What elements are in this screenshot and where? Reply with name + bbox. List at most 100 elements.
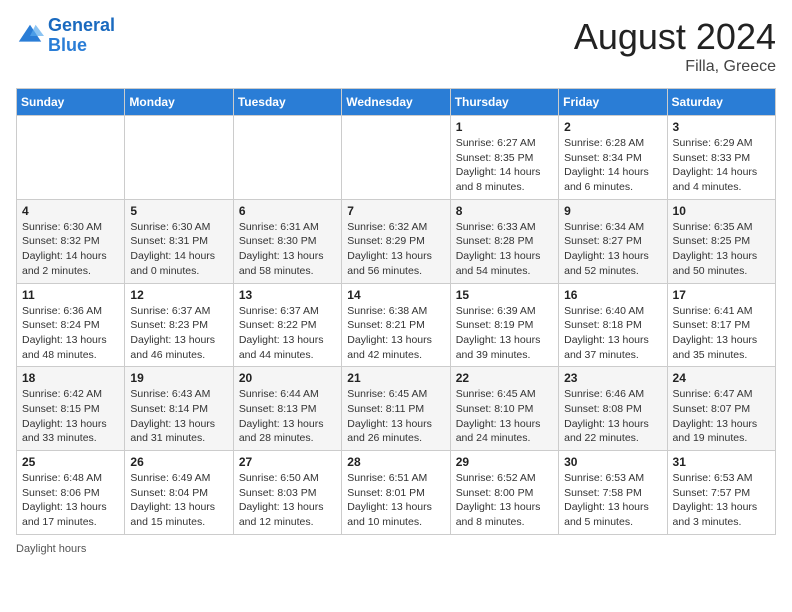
day-number: 17 xyxy=(673,288,770,302)
day-info: Sunrise: 6:51 AM Sunset: 8:01 PM Dayligh… xyxy=(347,471,444,530)
day-info: Sunrise: 6:50 AM Sunset: 8:03 PM Dayligh… xyxy=(239,471,336,530)
day-number: 13 xyxy=(239,288,336,302)
day-info: Sunrise: 6:43 AM Sunset: 8:14 PM Dayligh… xyxy=(130,387,227,446)
day-number: 16 xyxy=(564,288,661,302)
calendar-cell: 19 Sunrise: 6:43 AM Sunset: 8:14 PM Dayli… xyxy=(125,367,233,451)
day-number: 25 xyxy=(22,455,119,469)
calendar-cell: 2 Sunrise: 6:28 AM Sunset: 8:34 PM Daylig… xyxy=(559,116,667,200)
day-number: 19 xyxy=(130,371,227,385)
day-number: 23 xyxy=(564,371,661,385)
calendar-cell: 1 Sunrise: 6:27 AM Sunset: 8:35 PM Daylig… xyxy=(450,116,558,200)
day-number: 31 xyxy=(673,455,770,469)
logo-line1: General xyxy=(48,15,115,35)
calendar-cell: 10Sunrise: 6:35 AM Sunset: 8:25 PM Dayli… xyxy=(667,199,775,283)
calendar-cell: 17 Sunrise: 6:41 AM Sunset: 8:17 PM Dayli… xyxy=(667,283,775,367)
calendar-cell: 3 Sunrise: 6:29 AM Sunset: 8:33 PM Daylig… xyxy=(667,116,775,200)
calendar-day-header: Friday xyxy=(559,89,667,116)
calendar-cell: 14 Sunrise: 6:38 AM Sunset: 8:21 PM Dayli… xyxy=(342,283,450,367)
day-info: Sunrise: 6:34 AM Sunset: 8:27 PM Dayligh… xyxy=(564,220,661,279)
calendar-cell: 21Sunrise: 6:45 AM Sunset: 8:11 PM Dayli… xyxy=(342,367,450,451)
calendar-week-row: 4Sunrise: 6:30 AM Sunset: 8:32 PM Daylig… xyxy=(17,199,776,283)
calendar-cell: 24 Sunrise: 6:47 AM Sunset: 8:07 PM Dayli… xyxy=(667,367,775,451)
calendar-cell xyxy=(233,116,341,200)
calendar-day-header: Saturday xyxy=(667,89,775,116)
day-number: 2 xyxy=(564,120,661,134)
calendar-header-row: SundayMondayTuesdayWednesdayThursdayFrid… xyxy=(17,89,776,116)
footer: Daylight hours xyxy=(16,543,776,555)
calendar-cell: 15 Sunrise: 6:39 AM Sunset: 8:19 PM Dayli… xyxy=(450,283,558,367)
logo: General Blue xyxy=(16,16,115,56)
day-number: 11 xyxy=(22,288,119,302)
day-number: 15 xyxy=(456,288,553,302)
day-info: Sunrise: 6:33 AM Sunset: 8:28 PM Dayligh… xyxy=(456,220,553,279)
calendar-cell: 30 Sunrise: 6:53 AM Sunset: 7:58 PM Dayli… xyxy=(559,451,667,535)
calendar-cell: 9 Sunrise: 6:34 AM Sunset: 8:27 PM Daylig… xyxy=(559,199,667,283)
day-info: Sunrise: 6:42 AM Sunset: 8:15 PM Dayligh… xyxy=(22,387,119,446)
calendar-week-row: 25 Sunrise: 6:48 AM Sunset: 8:06 PM Dayli… xyxy=(17,451,776,535)
day-number: 26 xyxy=(130,455,227,469)
calendar-cell: 20Sunrise: 6:44 AM Sunset: 8:13 PM Dayli… xyxy=(233,367,341,451)
day-info: Sunrise: 6:29 AM Sunset: 8:33 PM Dayligh… xyxy=(673,136,770,195)
calendar-week-row: 1 Sunrise: 6:27 AM Sunset: 8:35 PM Daylig… xyxy=(17,116,776,200)
day-info: Sunrise: 6:37 AM Sunset: 8:23 PM Dayligh… xyxy=(130,304,227,363)
day-info: Sunrise: 6:41 AM Sunset: 8:17 PM Dayligh… xyxy=(673,304,770,363)
day-info: Sunrise: 6:28 AM Sunset: 8:34 PM Dayligh… xyxy=(564,136,661,195)
title-block: August 2024 Filla, Greece xyxy=(574,16,776,76)
day-number: 9 xyxy=(564,204,661,218)
daylight-label: Daylight hours xyxy=(16,543,86,555)
day-number: 7 xyxy=(347,204,444,218)
calendar-cell: 22 Sunrise: 6:45 AM Sunset: 8:10 PM Dayli… xyxy=(450,367,558,451)
calendar-cell: 8 Sunrise: 6:33 AM Sunset: 8:28 PM Daylig… xyxy=(450,199,558,283)
calendar-cell: 29Sunrise: 6:52 AM Sunset: 8:00 PM Dayli… xyxy=(450,451,558,535)
day-number: 28 xyxy=(347,455,444,469)
calendar-cell: 27 Sunrise: 6:50 AM Sunset: 8:03 PM Dayli… xyxy=(233,451,341,535)
day-number: 12 xyxy=(130,288,227,302)
day-number: 29 xyxy=(456,455,553,469)
day-number: 5 xyxy=(130,204,227,218)
day-info: Sunrise: 6:31 AM Sunset: 8:30 PM Dayligh… xyxy=(239,220,336,279)
calendar-cell: 16 Sunrise: 6:40 AM Sunset: 8:18 PM Dayli… xyxy=(559,283,667,367)
day-info: Sunrise: 6:48 AM Sunset: 8:06 PM Dayligh… xyxy=(22,471,119,530)
logo-line2: Blue xyxy=(48,35,87,55)
calendar-cell: 23 Sunrise: 6:46 AM Sunset: 8:08 PM Dayli… xyxy=(559,367,667,451)
calendar-cell: 18Sunrise: 6:42 AM Sunset: 8:15 PM Dayli… xyxy=(17,367,125,451)
day-info: Sunrise: 6:27 AM Sunset: 8:35 PM Dayligh… xyxy=(456,136,553,195)
day-number: 30 xyxy=(564,455,661,469)
day-number: 1 xyxy=(456,120,553,134)
calendar-cell: 26 Sunrise: 6:49 AM Sunset: 8:04 PM Dayli… xyxy=(125,451,233,535)
location: Filla, Greece xyxy=(574,58,776,76)
calendar-day-header: Monday xyxy=(125,89,233,116)
calendar-cell: 11Sunrise: 6:36 AM Sunset: 8:24 PM Dayli… xyxy=(17,283,125,367)
calendar-cell: 5 Sunrise: 6:30 AM Sunset: 8:31 PM Daylig… xyxy=(125,199,233,283)
day-info: Sunrise: 6:53 AM Sunset: 7:58 PM Dayligh… xyxy=(564,471,661,530)
day-number: 24 xyxy=(673,371,770,385)
logo-icon xyxy=(16,22,44,50)
calendar-table: SundayMondayTuesdayWednesdayThursdayFrid… xyxy=(16,88,776,535)
day-info: Sunrise: 6:47 AM Sunset: 8:07 PM Dayligh… xyxy=(673,387,770,446)
day-number: 3 xyxy=(673,120,770,134)
day-info: Sunrise: 6:53 AM Sunset: 7:57 PM Dayligh… xyxy=(673,471,770,530)
calendar-cell: 31 Sunrise: 6:53 AM Sunset: 7:57 PM Dayli… xyxy=(667,451,775,535)
calendar-day-header: Wednesday xyxy=(342,89,450,116)
calendar-week-row: 11Sunrise: 6:36 AM Sunset: 8:24 PM Dayli… xyxy=(17,283,776,367)
day-info: Sunrise: 6:45 AM Sunset: 8:10 PM Dayligh… xyxy=(456,387,553,446)
day-info: Sunrise: 6:30 AM Sunset: 8:31 PM Dayligh… xyxy=(130,220,227,279)
page-header: General Blue August 2024 Filla, Greece xyxy=(16,16,776,76)
day-info: Sunrise: 6:40 AM Sunset: 8:18 PM Dayligh… xyxy=(564,304,661,363)
day-info: Sunrise: 6:46 AM Sunset: 8:08 PM Dayligh… xyxy=(564,387,661,446)
day-info: Sunrise: 6:37 AM Sunset: 8:22 PM Dayligh… xyxy=(239,304,336,363)
day-info: Sunrise: 6:39 AM Sunset: 8:19 PM Dayligh… xyxy=(456,304,553,363)
calendar-cell: 12 Sunrise: 6:37 AM Sunset: 8:23 PM Dayli… xyxy=(125,283,233,367)
day-number: 14 xyxy=(347,288,444,302)
day-info: Sunrise: 6:49 AM Sunset: 8:04 PM Dayligh… xyxy=(130,471,227,530)
calendar-cell: 25 Sunrise: 6:48 AM Sunset: 8:06 PM Dayli… xyxy=(17,451,125,535)
day-number: 27 xyxy=(239,455,336,469)
calendar-day-header: Tuesday xyxy=(233,89,341,116)
day-info: Sunrise: 6:44 AM Sunset: 8:13 PM Dayligh… xyxy=(239,387,336,446)
month-year: August 2024 xyxy=(574,16,776,58)
day-number: 22 xyxy=(456,371,553,385)
day-info: Sunrise: 6:45 AM Sunset: 8:11 PM Dayligh… xyxy=(347,387,444,446)
day-number: 8 xyxy=(456,204,553,218)
day-info: Sunrise: 6:38 AM Sunset: 8:21 PM Dayligh… xyxy=(347,304,444,363)
calendar-cell xyxy=(125,116,233,200)
